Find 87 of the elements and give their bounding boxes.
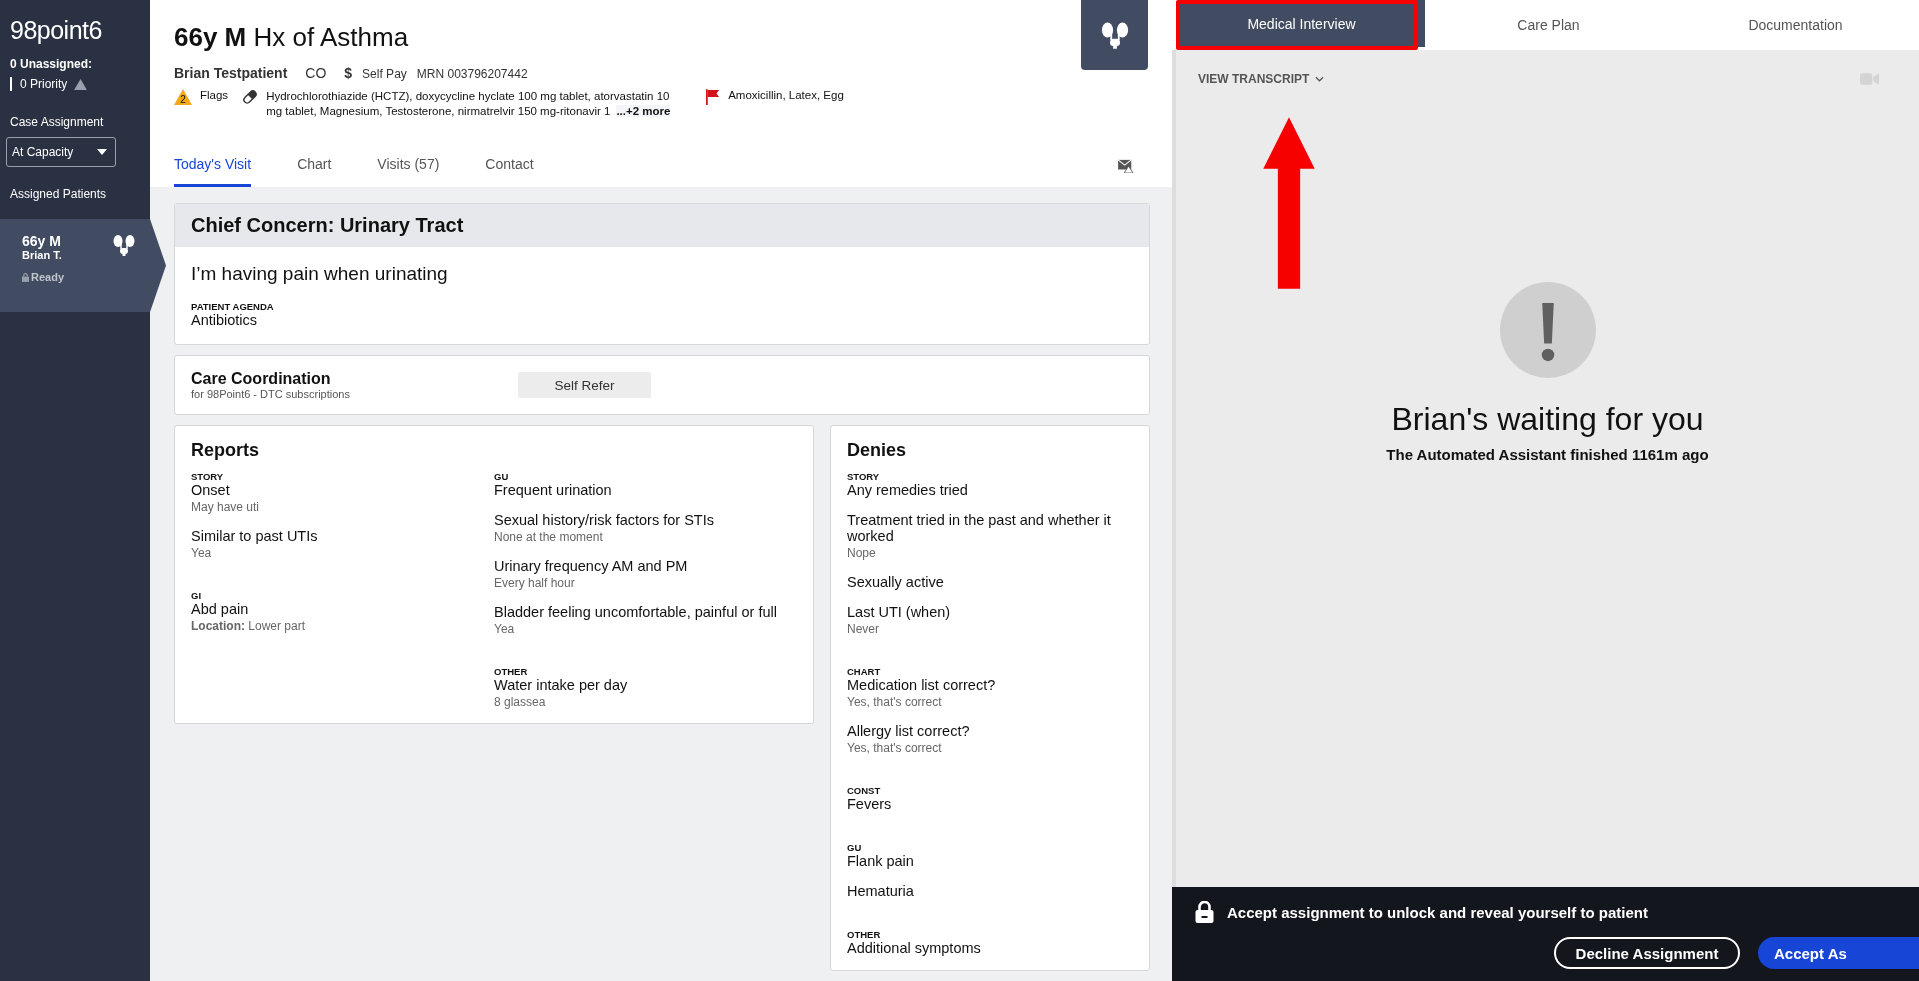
patient-title: 66y M Hx of Asthma <box>174 22 410 53</box>
tab[interactable]: Chart <box>297 156 332 187</box>
group-label: CHART <box>847 666 882 677</box>
caret-icon <box>97 149 107 155</box>
unassigned-count: 0 Unassigned: <box>9 56 94 73</box>
symptom-answer: 8 glassea <box>494 695 547 709</box>
medication-list: Hydrochlorothiazide (HCTZ), doxycycline hyclate 100 mg tablet, atorvastatin 10 mg tablet, Magnesium, Testosterone, nirmatrelvir 150 mg-ritonavir 1 ...+2 more <box>266 89 687 119</box>
symptom-question: Bladder feeling uncomfortable, painful or full <box>494 604 778 620</box>
tab[interactable]: Contact <box>485 156 534 187</box>
reports-title: Reports <box>191 440 260 461</box>
symptom-question: Hematuria <box>847 883 915 899</box>
more-link[interactable]: ...+2 more <box>616 105 671 117</box>
symptom-question: Flank pain <box>847 853 915 869</box>
denies-title: Denies <box>847 440 908 461</box>
symptom-question: Abd pain <box>191 601 250 617</box>
concern-statement: I’m having pain when urinating <box>191 263 449 285</box>
symptom-question: Similar to past UTIs <box>191 528 319 544</box>
symptom-question: Urinary frequency AM and PM <box>494 558 689 574</box>
group-label: GU <box>847 842 863 853</box>
allergy-list: Amoxicillin, Latex, Egg <box>728 89 844 101</box>
symptom-question: Fevers <box>847 796 893 812</box>
priority-count: 0 Priority <box>20 77 68 91</box>
flags-label: Flags <box>200 89 229 101</box>
symptom-question: Allergy list correct? <box>847 723 971 739</box>
exclamation-icon <box>1499 281 1596 379</box>
symptom-question: Sexual history/risk factors for STIs <box>494 512 715 528</box>
symptom-question: Treatment tried in the past and whether it worked <box>847 512 1112 544</box>
flag-count-badge: 2 <box>174 89 192 105</box>
tab[interactable]: Visits (57) <box>377 156 440 187</box>
symptom-question: Additional symptoms <box>847 940 982 956</box>
capacity-dropdown[interactable]: At Capacity <box>6 137 116 167</box>
alert-icon <box>74 78 88 90</box>
symptom-question: Water intake per day <box>494 677 629 693</box>
care-coordination-subtitle: for 98Point6 - DTC subscriptions <box>191 388 350 400</box>
group-label: CONST <box>847 785 882 796</box>
symptom-answer: Location: Lower part <box>191 619 307 633</box>
group-label: GI <box>191 590 203 601</box>
care-coordination-title: Care Coordination <box>191 370 332 388</box>
waiting-title: Brian's waiting for you <box>1391 401 1704 438</box>
symptom-answer: Nope <box>847 546 877 560</box>
group-label: OTHER <box>847 929 882 940</box>
dollar-icon: $ <box>344 65 353 81</box>
symptom-answer: None at the moment <box>494 530 604 544</box>
tab[interactable]: Today's Visit <box>174 156 252 187</box>
section-label: Case Assignment <box>9 115 105 129</box>
tab[interactable]: Care Plan <box>1425 0 1672 50</box>
lock-icon <box>22 272 29 282</box>
symptom-question: Last UTI (when) <box>847 604 952 620</box>
section-label: PATIENT AGENDA <box>191 301 275 312</box>
flag-icon <box>706 89 721 105</box>
tab[interactable]: Documentation <box>1672 0 1919 50</box>
self-refer-button[interactable]: Self Refer <box>517 372 651 398</box>
group-label: GU <box>494 471 510 482</box>
group-label: STORY <box>191 471 225 482</box>
view-transcript-link[interactable]: VIEW TRANSCRIPT <box>1198 72 1325 86</box>
symptom-answer: Yea <box>494 622 516 636</box>
mrn-label: MRN 003796207442 <box>416 67 528 81</box>
symptom-question: Any remedies tried <box>847 482 969 498</box>
symptom-answer: Yes, that's correct <box>847 741 943 755</box>
symptom-question: Onset <box>191 482 231 498</box>
symptom-question: Medication list correct? <box>847 677 997 693</box>
patient-name: Brian Testpatient <box>174 65 288 81</box>
pill-icon <box>242 89 259 105</box>
symptom-answer: Every half hour <box>494 576 576 590</box>
logo: 98point6 <box>9 15 103 46</box>
group-label: STORY <box>847 471 881 482</box>
symptom-question: Frequent urination <box>494 482 613 498</box>
lock-icon <box>1194 901 1215 923</box>
symptom-answer: Never <box>847 622 880 636</box>
patient-card[interactable]: 66y M Brian T. Ready <box>0 219 166 312</box>
symptom-question: Sexually active <box>847 574 945 590</box>
unlock-message: Accept assignment to unlock and reveal yourself to patient <box>1227 903 1648 921</box>
section-label: Assigned Patients <box>9 187 108 201</box>
state-label: CO <box>305 65 327 81</box>
symptom-answer: Yea <box>191 546 213 560</box>
mail-warning-icon[interactable] <box>1118 159 1134 173</box>
symptom-answer: Yes, that's correct <box>847 695 943 709</box>
payment-label: Self Pay <box>362 67 407 81</box>
kidney-icon <box>112 233 136 257</box>
agenda-text: Antibiotics <box>191 312 259 328</box>
waiting-subtitle: The Automated Assistant finished 1161m ago <box>1386 446 1709 463</box>
decline-button[interactable]: Decline Assignment <box>1554 937 1740 969</box>
chevron-down-icon <box>1315 76 1325 82</box>
symptom-answer: May have uti <box>191 500 261 514</box>
chief-concern-heading: Chief Concern: Urinary Tract <box>175 204 1149 247</box>
group-label: OTHER <box>494 666 529 677</box>
accept-button[interactable]: Accept As <box>1758 937 1919 969</box>
